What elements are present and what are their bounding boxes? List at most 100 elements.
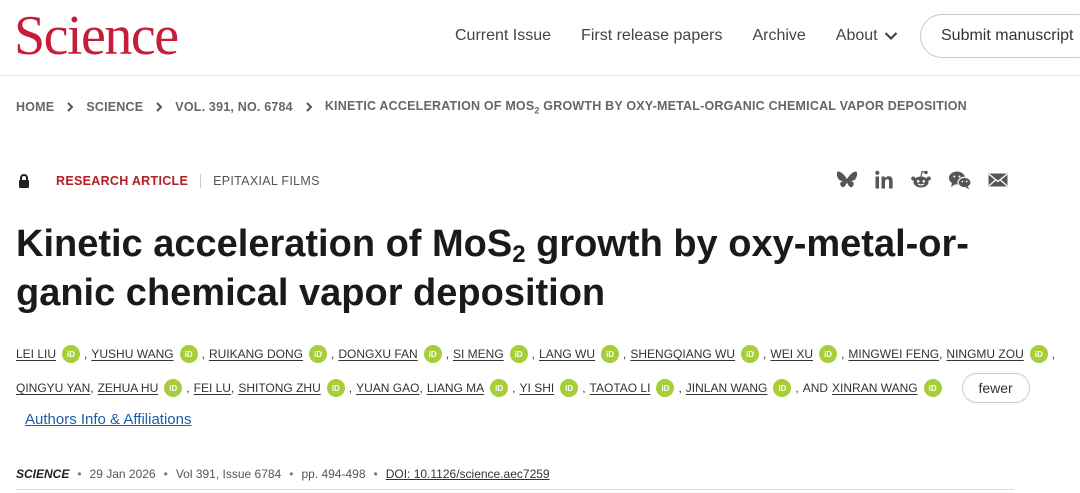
author-separator: , [512, 381, 516, 395]
author-separator: , [763, 347, 767, 361]
meta-dot: • [77, 467, 82, 481]
author-line: QINGYU YAN, ZEHUA HU iD, FEI LU, SHITONG ZHU… [16, 373, 1066, 403]
orcid-icon[interactable]: iD [308, 345, 327, 363]
orcid-icon[interactable]: iD [819, 345, 838, 363]
orcid-icon[interactable]: iD [601, 345, 620, 363]
author-separator: , [841, 347, 845, 361]
author-separator: , [678, 381, 682, 395]
author-name[interactable]: YUSHU WANG [91, 347, 173, 361]
orcid-icon[interactable]: iD [656, 379, 675, 397]
article-title: Kinetic acceleration of MoS2 growth by o… [16, 220, 1006, 318]
meta-dot: • [289, 467, 294, 481]
article-subject[interactable]: EPITAXIAL FILMS [213, 174, 320, 188]
author-name[interactable]: LIANG MA [427, 381, 484, 395]
author-name[interactable]: RUIKANG DONG [209, 347, 303, 361]
orcid-icon[interactable]: iD [490, 379, 509, 397]
orcid-icon[interactable]: iD [326, 379, 345, 397]
orcid-icon[interactable]: iD [923, 379, 942, 397]
nav-current-issue[interactable]: Current Issue [455, 27, 551, 45]
orcid-icon[interactable]: iD [1029, 345, 1048, 363]
authors-affiliations-link[interactable]: Authors Info & Affiliations [25, 411, 192, 428]
author-name[interactable]: QINGYU YAN [16, 381, 90, 395]
author-name[interactable]: NINGMU ZOU [946, 347, 1023, 361]
orcid-icon[interactable]: iD [179, 345, 198, 363]
author-separator: , [230, 381, 235, 395]
divider [16, 489, 1014, 490]
orcid-icon[interactable]: iD [423, 345, 442, 363]
article-type[interactable]: RESEARCH ARTICLE [56, 174, 188, 188]
email-icon[interactable] [988, 172, 1008, 193]
breadcrumb-home[interactable]: HOME [16, 100, 54, 114]
author-separator: , [186, 381, 190, 395]
submit-manuscript-label: Submit manuscript [941, 27, 1074, 44]
author-line: LEI LIU iD, YUSHU WANG iD, RUIKANG DONG iD, DO… [16, 340, 1066, 368]
submit-manuscript-button[interactable]: Submit manuscript [920, 14, 1080, 58]
science-logo[interactable]: Science [14, 6, 179, 66]
breadcrumb-current-pre: KINETIC ACCELERATION OF MOS [324, 99, 535, 113]
chevron-right-icon [306, 102, 313, 112]
breadcrumb-current: KINETIC ACCELERATION OF MOS2 GROWTH BY O… [325, 99, 967, 116]
author-name[interactable]: TAOTAO LI [590, 381, 651, 395]
author-separator: , [531, 347, 536, 361]
author-name[interactable]: YUAN GAO [356, 381, 419, 395]
author-list: LEI LIU iD, YUSHU WANG iD, RUIKANG DONG iD, DO… [16, 340, 1066, 408]
linkedin-icon[interactable] [874, 170, 894, 195]
title-line1-pre: Kinetic acceleration of MoS [16, 223, 513, 265]
breadcrumb-science[interactable]: SCIENCE [86, 100, 143, 114]
fewer-authors-button[interactable]: fewer [961, 373, 1030, 403]
article-meta: SCIENCE • 29 Jan 2026 • Vol 391, Issue 6… [16, 467, 550, 481]
author-separator: , [795, 381, 799, 395]
wechat-icon[interactable] [948, 170, 972, 195]
author-separator: , [445, 347, 449, 361]
orcid-icon[interactable]: iD [741, 345, 760, 363]
author-separator: , [348, 381, 353, 395]
author-name[interactable]: MINGWEI FENG [848, 347, 939, 361]
orcid-icon[interactable]: iD [164, 379, 183, 397]
bluesky-icon[interactable] [836, 170, 858, 195]
author-name[interactable]: SHITONG ZHU [238, 381, 320, 395]
meta-dot: • [163, 467, 168, 481]
meta-volume[interactable]: Vol 391, Issue 6784 [176, 467, 281, 481]
author-name[interactable]: JINLAN WANG [686, 381, 768, 395]
author-separator: , [939, 347, 943, 361]
author-name[interactable]: ZEHUA HU [98, 381, 159, 395]
author-name[interactable]: SI MENG [453, 347, 504, 361]
article-type-row: RESEARCH ARTICLE EPITAXIAL FILMS [18, 174, 320, 188]
orcid-icon[interactable]: iD [509, 345, 528, 363]
breadcrumb-current-post: GROWTH BY OXY-METAL-ORGANIC CHEMICAL VAP… [539, 99, 967, 113]
author-name[interactable]: YI SHI [520, 381, 555, 395]
meta-journal[interactable]: SCIENCE [16, 467, 69, 481]
share-icons [836, 170, 1024, 195]
nav-about-label: About [835, 27, 878, 44]
title-line1-sub: 2 [512, 241, 526, 268]
author-name[interactable]: SHENGQIANG WU [630, 347, 735, 361]
author-name[interactable]: WEI XU [770, 347, 813, 361]
orcid-icon[interactable]: iD [560, 379, 579, 397]
author-separator: , [1051, 347, 1056, 361]
chevron-right-icon [156, 102, 163, 112]
author-name[interactable]: FEI LU [194, 381, 231, 395]
nav-about[interactable]: About [836, 27, 898, 45]
title-line2: ganic chemical vapor deposition [16, 272, 606, 314]
breadcrumb-issue[interactable]: VOL. 391, NO. 6784 [175, 100, 293, 114]
author-name[interactable]: DONGXU FAN [338, 347, 417, 361]
meta-pages: pp. 494-498 [301, 467, 366, 481]
fewer-authors-label: fewer [978, 380, 1013, 396]
reddit-icon[interactable] [910, 170, 932, 195]
meta-date: 29 Jan 2026 [89, 467, 156, 481]
author-name[interactable]: XINRAN WANG [832, 381, 918, 395]
breadcrumb: HOME SCIENCE VOL. 391, NO. 6784 KINETIC … [16, 99, 967, 116]
type-divider [200, 174, 202, 188]
author-name[interactable]: LEI LIU [16, 347, 56, 361]
nav-first-release[interactable]: First release papers [581, 27, 722, 45]
chevron-down-icon [884, 32, 897, 41]
author-separator: , [623, 347, 627, 361]
meta-doi[interactable]: DOI: 10.1126/science.aec7259 [386, 467, 550, 481]
nav-archive[interactable]: Archive [752, 27, 805, 45]
orcid-icon[interactable]: iD [62, 345, 81, 363]
orcid-icon[interactable]: iD [773, 379, 792, 397]
chevron-right-icon [67, 102, 74, 112]
author-name[interactable]: LANG WU [539, 347, 595, 361]
author-separator: , [419, 381, 423, 395]
author-separator: , [201, 347, 205, 361]
